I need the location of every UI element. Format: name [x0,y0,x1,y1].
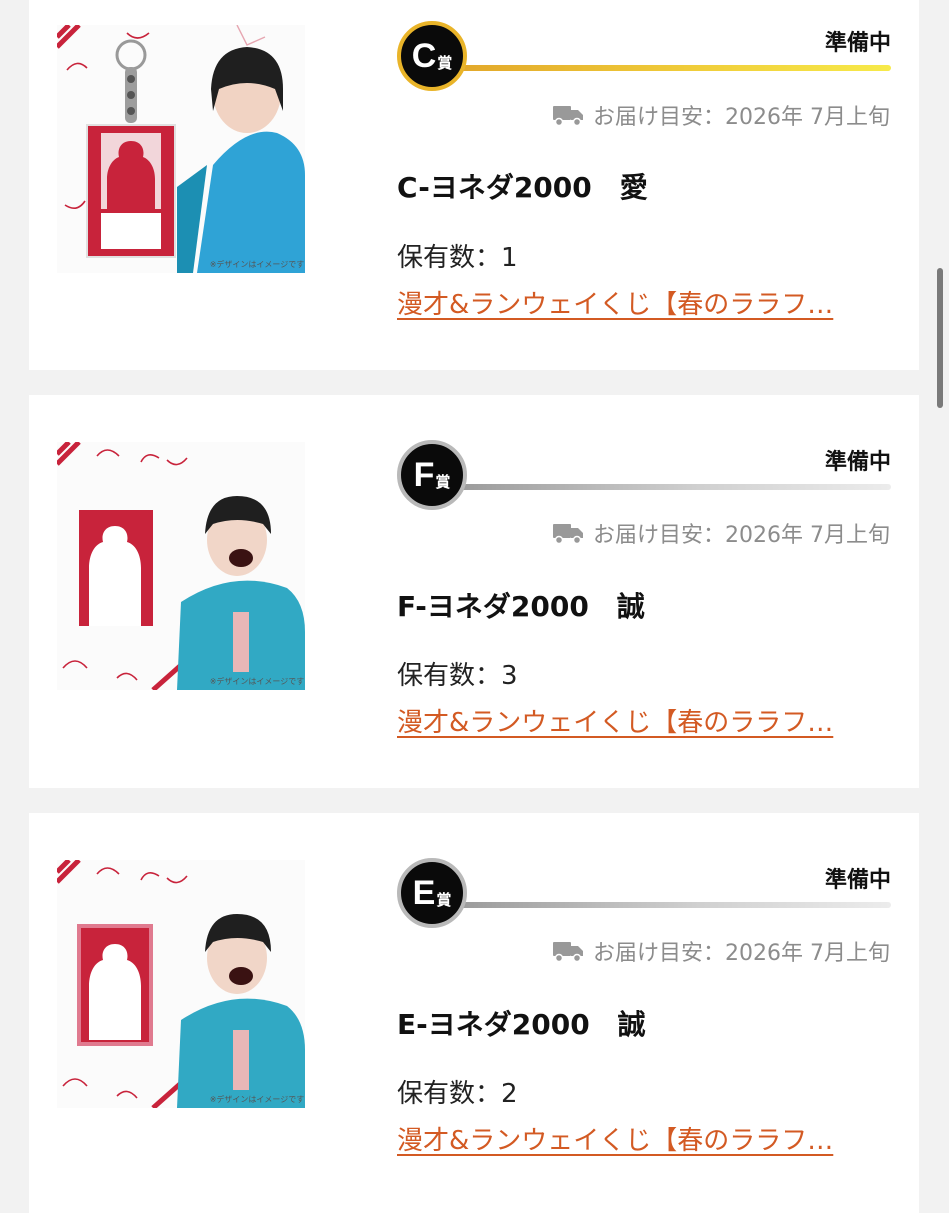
progress-line [453,65,891,71]
rank-letter: E [412,874,436,912]
rank-suffix: 賞 [436,890,452,909]
prize-image-e[interactable]: ※デザインはイメージです [57,860,305,1108]
item-name: C-ヨネダ2000 愛 [397,171,648,204]
progress-line [453,902,891,908]
item-name: E-ヨネダ2000 誠 [397,1008,646,1041]
svg-text:※デザインはイメージです: ※デザインはイメージです [210,1094,305,1104]
delivery-text: お届け目安：2026年 7月上旬 [593,941,890,966]
owned-count: 保有数：3 [397,661,518,691]
delivery-estimate: お届け目安：2026年 7月上旬 [524,99,890,131]
prize-image-c[interactable]: ※デザインはイメージです [57,25,305,273]
delivery-estimate: お届け目安：2026年 7月上旬 [524,935,890,967]
owned-count: 保有数：2 [397,1079,518,1109]
lottery-link[interactable]: 漫才&ランウェイくじ【春のララフ… [397,1120,833,1157]
rank-suffix: 賞 [437,53,453,72]
status-label: 準備中 [824,868,891,893]
rank-progress: C賞 準備中 [397,21,891,95]
delivery-text: お届け目安：2026年 7月上旬 [593,523,890,548]
lottery-link[interactable]: 漫才&ランウェイくじ【春のララフ… [397,284,833,321]
truck-icon [553,104,584,126]
scrollbar[interactable] [937,268,943,408]
owned-count: 保有数：1 [397,243,518,273]
svg-text:※デザインはイメージです: ※デザインはイメージです [210,259,305,269]
rank-suffix: 賞 [435,472,451,491]
status-label: 準備中 [824,450,891,475]
rank-badge-c: C賞 [397,21,467,91]
prize-image-f[interactable]: ※デザインはイメージです [57,442,305,690]
rank-letter: C [411,37,437,75]
rank-letter: F [413,456,435,494]
lottery-link[interactable]: 漫才&ランウェイくじ【春のララフ… [397,702,833,739]
rank-progress: E賞 準備中 [397,858,891,932]
rank-badge-e: E賞 [397,858,467,928]
rank-progress: F賞 準備中 [397,440,891,514]
delivery-text: お届け目安：2026年 7月上旬 [593,105,890,130]
status-label: 準備中 [824,31,891,56]
truck-icon [553,940,584,962]
item-name: F-ヨネダ2000 誠 [397,590,645,623]
progress-line [453,484,891,490]
svg-text:※デザインはイメージです: ※デザインはイメージです [210,676,305,686]
delivery-estimate: お届け目安：2026年 7月上旬 [524,517,890,549]
truck-icon [553,522,584,544]
rank-badge-f: F賞 [397,440,467,510]
